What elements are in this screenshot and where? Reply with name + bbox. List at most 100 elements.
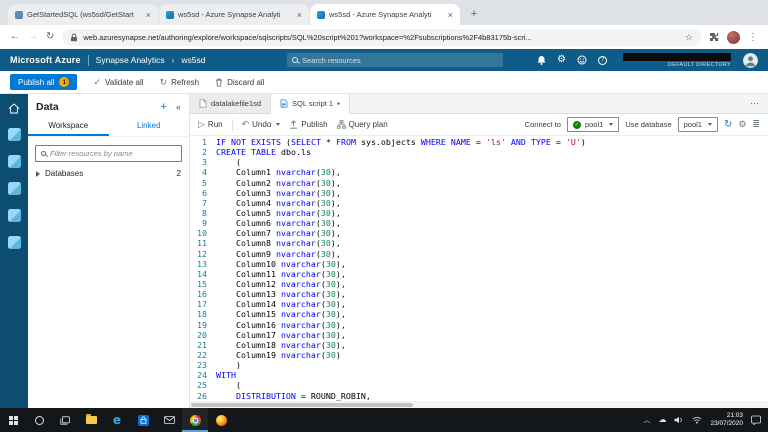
product-name[interactable]: Synapse Analytics [96, 55, 165, 65]
code-line[interactable]: 23 ) [190, 360, 768, 370]
code-line[interactable]: 24WITH [190, 370, 768, 380]
properties-icon[interactable]: ≣ [752, 120, 760, 129]
file-explorer-icon[interactable] [78, 408, 104, 432]
firefox-browser-icon[interactable] [208, 408, 234, 432]
publish-button[interactable]: Publish [289, 120, 327, 129]
browser-menu-icon[interactable]: ⋮ [748, 32, 758, 43]
bookmark-star-icon[interactable]: ☆ [685, 32, 693, 43]
chrome-browser-icon[interactable] [182, 408, 208, 432]
notifications-bell-icon[interactable] [537, 55, 546, 65]
horizontal-scrollbar[interactable] [190, 401, 768, 408]
filter-resources-box[interactable] [35, 145, 182, 162]
home-icon[interactable] [8, 103, 20, 114]
code-line[interactable]: 18 Column15 nvarchar(30), [190, 309, 768, 319]
connect-to-dropdown[interactable]: ✓ pool1 [567, 117, 619, 132]
feedback-smiley-icon[interactable] [577, 55, 587, 65]
undo-button[interactable]: ↶ Undo [242, 120, 281, 129]
taskbar-search-button[interactable] [26, 408, 52, 432]
tray-expand-chevron-icon[interactable]: ︿ [643, 415, 650, 425]
task-view-button[interactable] [52, 408, 78, 432]
code-line[interactable]: 20 Column17 nvarchar(30), [190, 330, 768, 340]
code-line[interactable]: 8 Column5 nvarchar(30), [190, 208, 768, 218]
network-wifi-icon[interactable] [692, 416, 702, 424]
start-button[interactable] [0, 408, 26, 432]
tree-item-databases[interactable]: Databases 2 [28, 162, 189, 185]
azure-brand[interactable]: Microsoft Azure [10, 55, 81, 65]
account-avatar[interactable] [743, 53, 758, 68]
tab-close-icon[interactable]: × [146, 10, 151, 20]
settings-gear-icon[interactable]: ⚙ [738, 120, 746, 129]
tab-close-icon[interactable]: × [297, 10, 302, 20]
action-center-icon[interactable] [751, 415, 761, 425]
browser-tab-synapse-2-active[interactable]: ws5sd - Azure Synapse Analyti × [310, 4, 460, 25]
chevron-down-icon[interactable] [276, 123, 280, 126]
tab-workspace[interactable]: Workspace [28, 118, 109, 136]
help-icon[interactable]: ? [598, 56, 607, 65]
workspace-name[interactable]: ws5sd [181, 55, 205, 65]
code-line[interactable]: 19 Column16 nvarchar(30), [190, 320, 768, 330]
taskbar-clock[interactable]: 21:03 23/07/2020 [710, 412, 743, 429]
sql-code-editor[interactable]: 1IF NOT EXISTS (SELECT * FROM sys.object… [190, 137, 768, 401]
tab-close-icon[interactable]: × [448, 10, 453, 20]
editor-tab-sql-script[interactable]: SQL script 1 ● [271, 94, 350, 114]
extensions-puzzle-icon[interactable] [709, 32, 719, 42]
code-line[interactable]: 3 ( [190, 157, 768, 167]
search-input[interactable] [302, 56, 498, 65]
code-line[interactable]: 26 DISTRIBUTION = ROUND_ROBIN, [190, 391, 768, 401]
code-line[interactable]: 22 Column19 nvarchar(30) [190, 350, 768, 360]
code-line[interactable]: 17 Column14 nvarchar(30), [190, 299, 768, 309]
manage-hub-icon[interactable] [8, 236, 21, 249]
publish-all-button[interactable]: Publish all 1 [10, 74, 77, 90]
code-line[interactable]: 25 ( [190, 380, 768, 390]
code-line[interactable]: 16 Column13 nvarchar(30), [190, 289, 768, 299]
reload-icon[interactable]: ↻ [46, 32, 54, 42]
editor-tab-datalakefile[interactable]: datalakefile1sd [190, 94, 271, 113]
refresh-pools-icon[interactable]: ↻ [724, 120, 732, 130]
code-line[interactable]: 10 Column7 nvarchar(30), [190, 228, 768, 238]
code-line[interactable]: 6 Column3 nvarchar(30), [190, 188, 768, 198]
scrollbar-thumb[interactable] [191, 403, 413, 407]
volume-icon[interactable] [674, 416, 684, 424]
code-line[interactable]: 21 Column18 nvarchar(30), [190, 340, 768, 350]
filter-resources-input[interactable] [50, 149, 176, 158]
collapse-panel-icon[interactable]: « [176, 102, 181, 112]
browser-tab-getstartedsql[interactable]: GetStartedSQL (ws5sd/GetStart × [8, 4, 158, 25]
code-line[interactable]: 11 Column8 nvarchar(30), [190, 238, 768, 248]
data-hub-icon[interactable] [8, 128, 21, 141]
query-plan-button[interactable]: Query plan [337, 120, 388, 129]
browser-tab-synapse-1[interactable]: ws5sd - Azure Synapse Analyti × [159, 4, 309, 25]
run-button[interactable]: ▷ Run [198, 120, 223, 129]
discard-all-button[interactable]: Discard all [215, 78, 264, 87]
develop-hub-icon[interactable] [8, 155, 21, 168]
code-line[interactable]: 15 Column12 nvarchar(30), [190, 279, 768, 289]
code-line[interactable]: 9 Column6 nvarchar(30), [190, 218, 768, 228]
tab-linked[interactable]: Linked [109, 118, 190, 136]
forward-icon[interactable]: → [28, 32, 38, 42]
refresh-button[interactable]: ↻ Refresh [160, 78, 200, 87]
new-tab-button[interactable]: + [465, 5, 483, 23]
editor-tabs-more-icon[interactable]: ⋯ [750, 98, 768, 109]
code-line[interactable]: 5 Column2 nvarchar(30), [190, 178, 768, 188]
add-resource-icon[interactable]: + [161, 101, 167, 113]
expand-chevron-icon[interactable] [36, 171, 40, 177]
back-icon[interactable]: ← [10, 32, 20, 42]
code-line[interactable]: 13 Column10 nvarchar(30), [190, 259, 768, 269]
url-field[interactable]: web.azuresynapse.net/authoring/explore/w… [62, 29, 701, 46]
code-line[interactable]: 4 Column1 nvarchar(30), [190, 167, 768, 177]
code-line[interactable]: 7 Column4 nvarchar(30), [190, 198, 768, 208]
edge-browser-icon[interactable]: e [104, 408, 130, 432]
integrate-hub-icon[interactable] [8, 182, 21, 195]
onedrive-cloud-icon[interactable]: ☁ [658, 416, 666, 424]
code-line[interactable]: 14 Column11 nvarchar(30), [190, 269, 768, 279]
monitor-hub-icon[interactable] [8, 209, 21, 222]
code-line[interactable]: 2CREATE TABLE dbo.ls [190, 147, 768, 157]
use-database-dropdown[interactable]: pool1 [678, 117, 718, 132]
code-line[interactable]: 1IF NOT EXISTS (SELECT * FROM sys.object… [190, 137, 768, 147]
settings-gear-icon[interactable]: ⚙ [557, 55, 566, 65]
browser-profile-avatar[interactable] [727, 31, 740, 44]
mail-icon[interactable] [156, 408, 182, 432]
validate-all-button[interactable]: ✓ Validate all [93, 78, 143, 87]
resource-search-box[interactable] [287, 53, 503, 67]
store-icon[interactable] [130, 408, 156, 432]
code-line[interactable]: 12 Column9 nvarchar(30), [190, 249, 768, 259]
